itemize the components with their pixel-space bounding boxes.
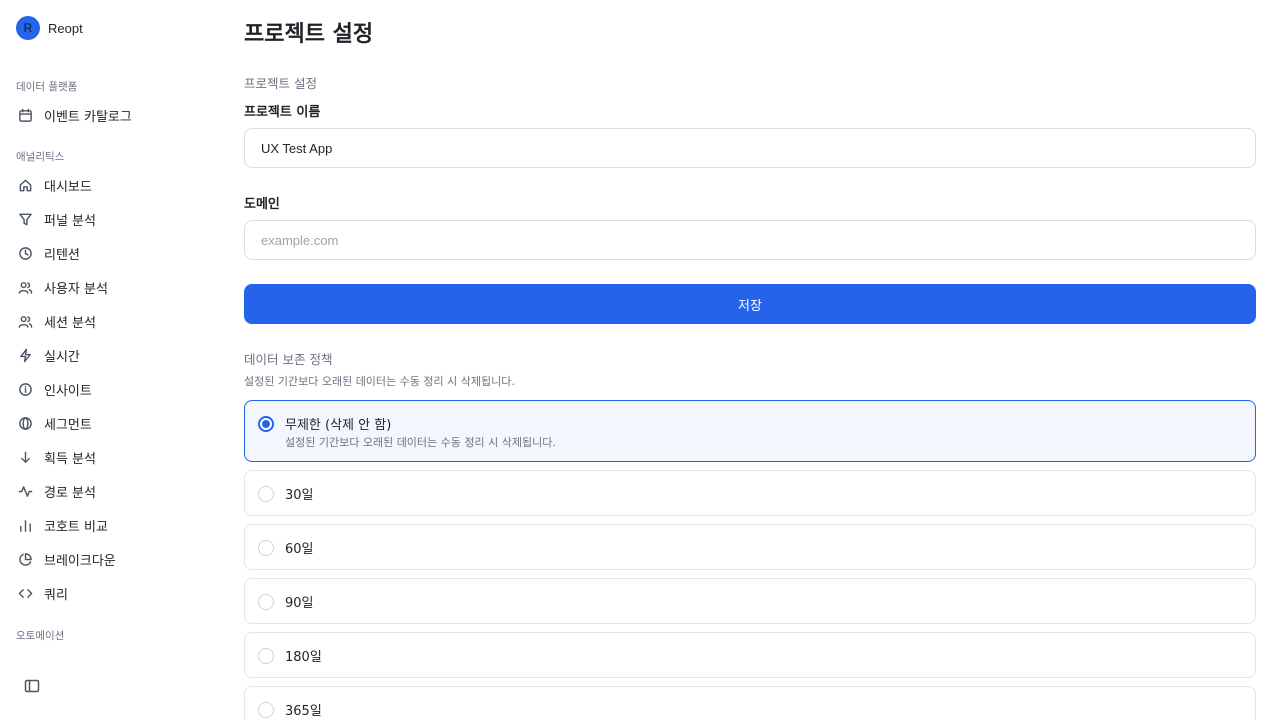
retention-option-label: 무제한 (삭제 안 함) <box>285 418 392 433</box>
sidebar: R Reopt 데이터 플랫폼 이벤트 카탈로그 애널리틱스 대시보드 퍼널 분… <box>0 0 228 720</box>
sidebar-item-breakdown[interactable]: 브레이크다운 <box>16 545 216 573</box>
sidebar-item-label: 퍼널 분석 <box>44 213 96 229</box>
sidebar-item-segments[interactable]: 세그먼트 <box>16 409 216 437</box>
radio-button[interactable] <box>258 540 274 556</box>
radio-button[interactable] <box>258 594 274 610</box>
home-icon <box>16 176 34 194</box>
sidebar-item-label: 대시보드 <box>44 179 92 195</box>
retention-option-90[interactable]: 90일 <box>244 578 1256 624</box>
radio-button[interactable] <box>258 416 274 432</box>
radio-button[interactable] <box>258 648 274 664</box>
info-icon <box>16 380 34 398</box>
project-name-input[interactable] <box>244 128 1256 168</box>
brand-name: Reopt <box>48 20 83 36</box>
sidebar-item-label: 획득 분석 <box>44 451 96 467</box>
section-label: 프로젝트 설정 <box>244 76 317 91</box>
pie-chart-icon <box>16 550 34 568</box>
radio-button[interactable] <box>258 702 274 718</box>
sidebar-item-label: 인사이트 <box>44 383 92 399</box>
avatar: R <box>16 16 40 40</box>
users-icon <box>16 312 34 330</box>
segment-icon <box>16 414 34 432</box>
sidebar-item-label: 이벤트 카탈로그 <box>44 109 132 125</box>
sidebar-item-label: 경로 분석 <box>44 485 96 501</box>
sidebar-toggle-button[interactable] <box>22 678 42 698</box>
bar-chart-icon <box>16 516 34 534</box>
sidebar-item-label: 쿼리 <box>44 587 68 603</box>
retention-option-unlimited[interactable]: 무제한 (삭제 안 함) 설정된 기간보다 오래된 데이터는 수동 정리 시 삭… <box>244 400 1256 462</box>
retention-option-60[interactable]: 60일 <box>244 524 1256 570</box>
radio-button[interactable] <box>258 486 274 502</box>
sidebar-item-label: 실시간 <box>44 349 80 365</box>
retention-option-180[interactable]: 180일 <box>244 632 1256 678</box>
retention-option-label: 365일 <box>285 704 322 719</box>
sidebar-item-label: 브레이크다운 <box>44 553 116 569</box>
lightning-icon <box>16 346 34 364</box>
domain-input[interactable] <box>244 220 1256 260</box>
sidebar-item-path-analysis[interactable]: 경로 분석 <box>16 477 216 505</box>
sidebar-toggle-icon <box>24 678 40 698</box>
save-button[interactable]: 저장 <box>244 284 1256 324</box>
project-name-label: 프로젝트 이름 <box>244 105 321 120</box>
sidebar-item-dashboard[interactable]: 대시보드 <box>16 171 216 199</box>
retention-option-label: 180일 <box>285 650 322 665</box>
sidebar-item-session-analysis[interactable]: 세션 분석 <box>16 307 216 335</box>
users-icon <box>16 278 34 296</box>
sidebar-item-retention[interactable]: 리텐션 <box>16 239 216 267</box>
page-title: 프로젝트 설정 <box>244 22 374 47</box>
retention-description: 설정된 기간보다 오래된 데이터는 수동 정리 시 삭제됩니다. <box>244 375 515 388</box>
sidebar-item-user-analysis[interactable]: 사용자 분석 <box>16 273 216 301</box>
sidebar-item-label: 리텐션 <box>44 247 80 263</box>
brand[interactable]: R Reopt <box>16 16 83 40</box>
sidebar-item-label: 세그먼트 <box>44 417 92 433</box>
retention-option-label: 60일 <box>285 542 314 557</box>
sidebar-item-event-catalog[interactable]: 이벤트 카탈로그 <box>16 101 216 129</box>
sidebar-item-funnel[interactable]: 퍼널 분석 <box>16 205 216 233</box>
calendar-icon <box>16 106 34 124</box>
domain-label: 도메인 <box>244 197 280 212</box>
sidebar-section-title: 데이터 플랫폼 <box>16 81 78 93</box>
sidebar-item-label: 코호트 비교 <box>44 519 108 535</box>
retention-option-30[interactable]: 30일 <box>244 470 1256 516</box>
retention-option-description: 설정된 기간보다 오래된 데이터는 수동 정리 시 삭제됩니다. <box>285 436 556 449</box>
sidebar-section-title: 애널리틱스 <box>16 151 65 163</box>
sidebar-section-title: 오토메이션 <box>16 630 65 642</box>
sidebar-item-acquisition[interactable]: 획득 분석 <box>16 443 216 471</box>
retention-option-label: 90일 <box>285 596 314 611</box>
arrow-down-icon <box>16 448 34 466</box>
activity-icon <box>16 482 34 500</box>
funnel-icon <box>16 210 34 228</box>
sidebar-item-label: 사용자 분석 <box>44 281 108 297</box>
retention-option-365[interactable]: 365일 <box>244 686 1256 720</box>
sidebar-item-insights[interactable]: 인사이트 <box>16 375 216 403</box>
retention-title: 데이터 보존 정책 <box>244 352 333 367</box>
sidebar-item-realtime[interactable]: 실시간 <box>16 341 216 369</box>
code-icon <box>16 584 34 602</box>
retention-option-label: 30일 <box>285 488 314 503</box>
clock-icon <box>16 244 34 262</box>
sidebar-item-cohort-compare[interactable]: 코호트 비교 <box>16 511 216 539</box>
sidebar-item-query[interactable]: 쿼리 <box>16 579 216 607</box>
sidebar-item-label: 세션 분석 <box>44 315 96 331</box>
